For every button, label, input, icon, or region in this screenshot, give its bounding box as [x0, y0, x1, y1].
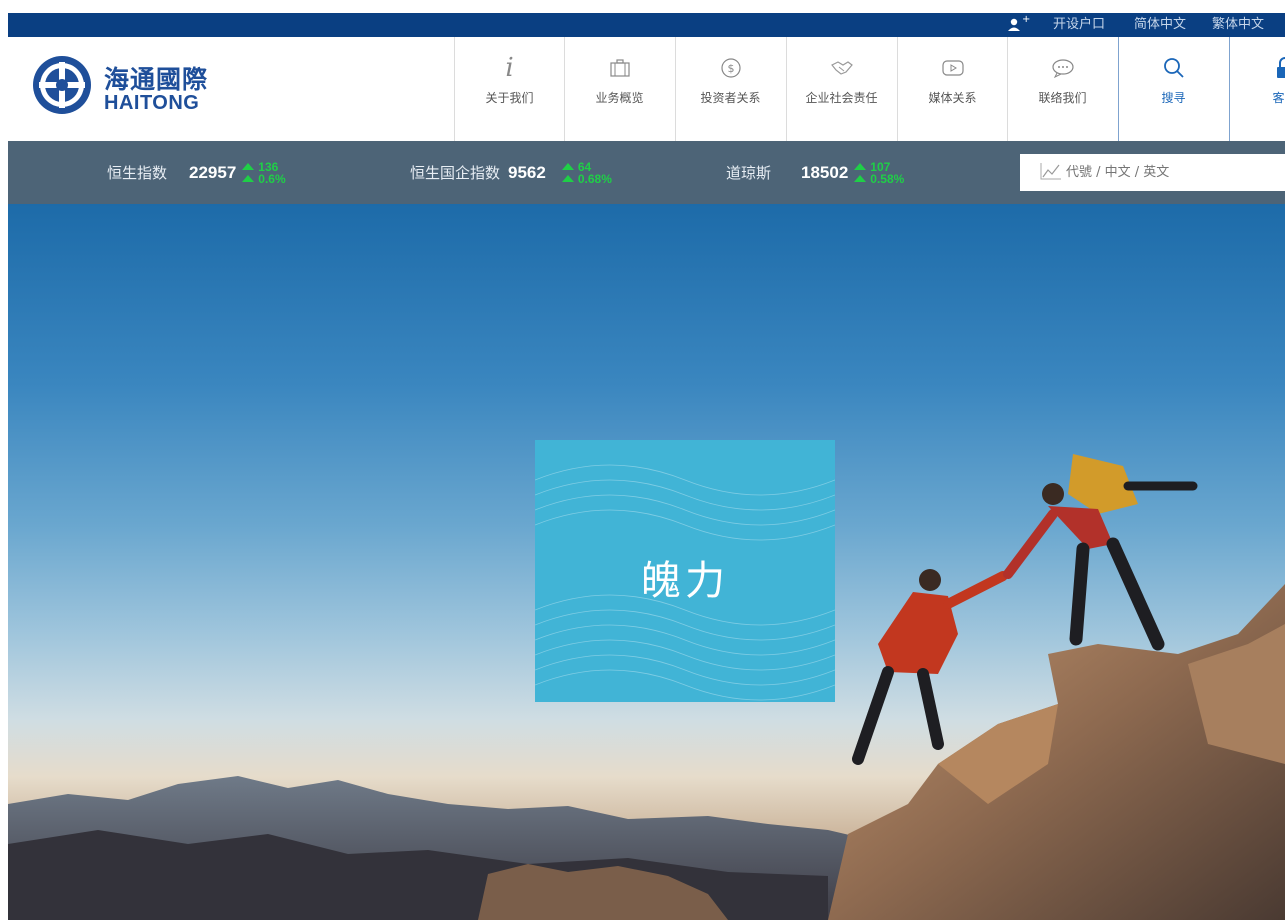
nav-investor-relations[interactable]: $ 投资者关系: [675, 37, 785, 141]
up-arrow-icon: [561, 175, 574, 182]
nav-contact-us[interactable]: 联络我们: [1007, 37, 1117, 141]
stock-search-box[interactable]: [1020, 154, 1285, 191]
index-change: 107 0.58%: [854, 161, 904, 185]
nav-search[interactable]: 搜寻: [1118, 37, 1228, 141]
index-name: 恒生指数: [107, 164, 168, 182]
top-utility-bar: + 开设户口 简体中文 繁体中文: [8, 13, 1285, 37]
logo-chinese-text: 海通國際: [104, 65, 209, 94]
index-hscei[interactable]: 恒生国企指数 9562 64 0.68%: [410, 141, 612, 204]
nav-media-relations[interactable]: 媒体关系: [897, 37, 1007, 141]
chat-bubble-icon: [1008, 55, 1117, 81]
change-points: 64: [577, 159, 592, 174]
nav-client[interactable]: 客户: [1229, 37, 1285, 141]
up-arrow-icon: [854, 163, 867, 170]
lock-icon: [1230, 55, 1285, 81]
index-change: 64 0.68%: [561, 159, 612, 186]
hero-banner: 魄力: [8, 204, 1285, 920]
traditional-chinese-link[interactable]: 繁体中文: [1212, 13, 1264, 37]
change-percent: 0.58%: [870, 171, 905, 186]
up-arrow-icon: [561, 163, 574, 170]
nav-label: 联络我们: [1038, 91, 1087, 105]
nav-csr[interactable]: 企业社会责任: [786, 37, 896, 141]
index-change: 136 0.6%: [242, 159, 286, 186]
nav-label: 投资者关系: [700, 91, 761, 105]
index-value: 9562: [508, 162, 546, 182]
market-index-bar: 恒生指数 22957 136 0.6% 恒生国企指数 9562 64 0.68%…: [8, 141, 1285, 204]
briefcase-icon: [565, 55, 674, 81]
up-arrow-icon: [242, 175, 255, 182]
chart-line-icon: [1040, 162, 1062, 184]
index-hang-seng[interactable]: 恒生指数 22957 136 0.6%: [107, 141, 286, 204]
dollar-circle-icon: $: [676, 55, 785, 81]
handshake-icon: [787, 55, 896, 81]
search-icon: [1119, 55, 1228, 81]
nav-label: 业务概览: [595, 91, 644, 105]
up-arrow-icon: [242, 163, 255, 170]
nav-label: 客户: [1272, 91, 1285, 105]
stock-search-input[interactable]: [1064, 164, 1268, 181]
haitong-logo[interactable]: 海通國際 HAITONG: [30, 52, 230, 117]
index-name: 道琼斯: [726, 164, 772, 182]
change-percent: 0.68%: [577, 171, 612, 186]
nav-label: 企业社会责任: [805, 91, 878, 105]
nav-label: 关于我们: [485, 91, 534, 105]
index-value: 18502: [801, 162, 849, 182]
change-points: 136: [258, 159, 279, 174]
change-percent: 0.6%: [258, 171, 286, 186]
svg-text:$: $: [727, 62, 734, 75]
up-arrow-icon: [854, 175, 867, 182]
index-dow-jones[interactable]: 道琼斯 18502 107 0.58%: [726, 141, 904, 204]
simplified-chinese-link[interactable]: 简体中文: [1134, 13, 1186, 37]
index-value: 22957: [189, 162, 237, 182]
nav-label: 搜寻: [1161, 91, 1186, 105]
svg-text:+: +: [1022, 14, 1030, 25]
nav-about-us[interactable]: i 关于我们: [454, 37, 564, 141]
promo-tile[interactable]: 魄力: [535, 440, 835, 702]
nav-business-overview[interactable]: 业务概览: [564, 37, 674, 141]
info-icon: i: [505, 53, 514, 83]
open-account-link[interactable]: 开设户口: [1053, 13, 1105, 37]
nav-label: 媒体关系: [928, 91, 977, 105]
promo-title: 魄力: [641, 558, 729, 604]
main-header: 海通國際 HAITONG i 关于我们 业务概览 $ 投资者关系 企业社会责任 …: [8, 37, 1285, 141]
index-name: 恒生国企指数: [410, 164, 501, 182]
change-points: 107: [870, 159, 891, 174]
page-frame: + 开设户口 简体中文 繁体中文 海通國際 HAITONG i 关于我们 业务概…: [8, 13, 1285, 920]
play-icon: [898, 55, 1007, 81]
add-user-icon[interactable]: +: [1008, 13, 1034, 37]
logo-english-text: HAITONG: [104, 92, 200, 114]
logo-emblem-icon: [33, 56, 91, 114]
